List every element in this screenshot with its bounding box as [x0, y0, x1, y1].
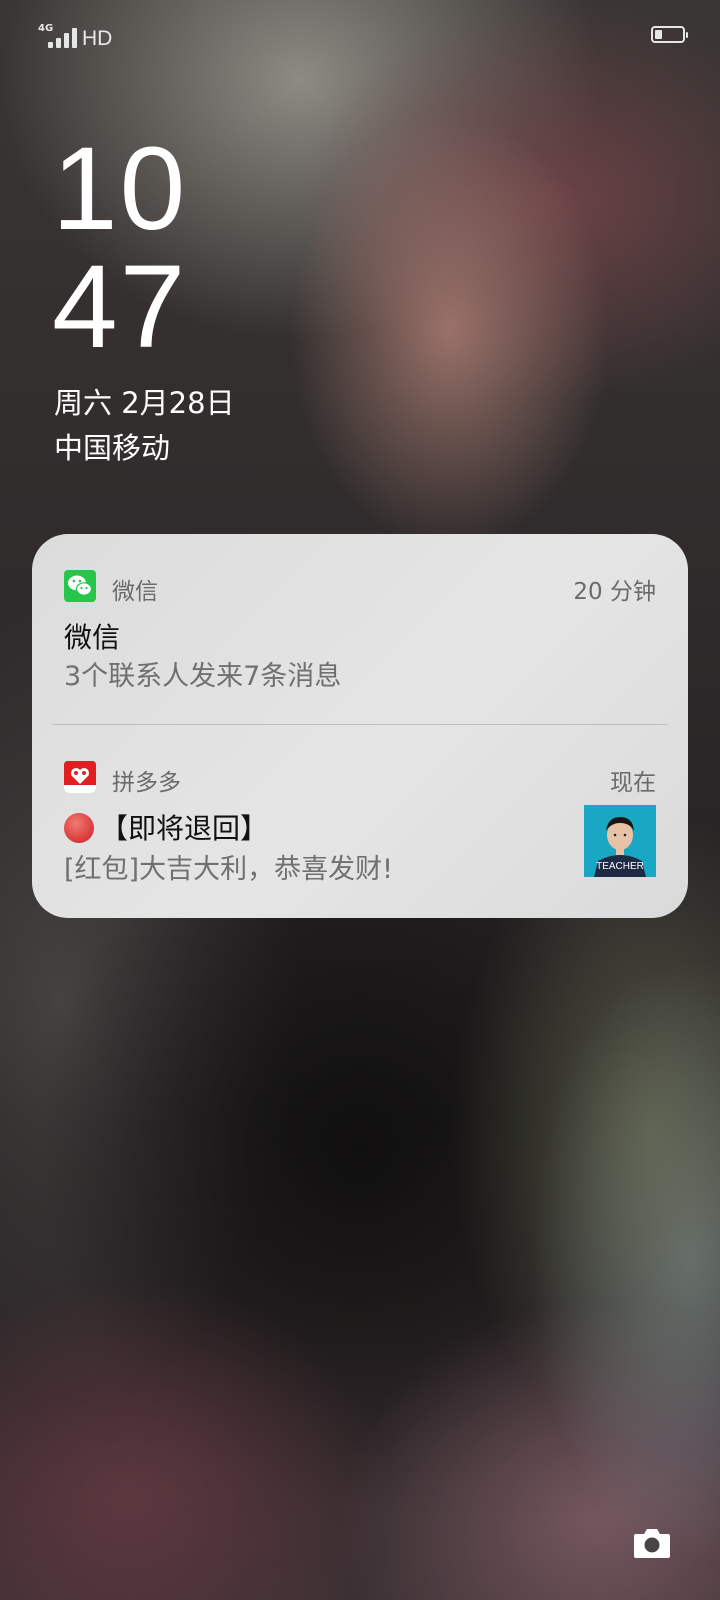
- notification-thumbnail: TEACHER: [584, 805, 656, 877]
- notification-app-name: 微信: [112, 579, 158, 605]
- notification-app-name: 拼多多: [112, 770, 181, 796]
- thumbnail-text: TEACHER: [596, 861, 644, 872]
- notification-title: 【即将退回】: [100, 812, 269, 845]
- pinduoduo-icon: [64, 761, 96, 793]
- camera-icon[interactable]: [632, 1525, 672, 1561]
- clock-hour: 10: [52, 123, 188, 255]
- lockscreen-date: 周六 2月28日: [54, 386, 235, 420]
- notification-card: 微信 20 分钟 微信 3个联系人发来7条消息 拼多多 现在 【即将退回】 [红…: [32, 534, 688, 918]
- hd-label: HD: [82, 27, 113, 50]
- notification-title-row: 【即将退回】: [64, 807, 268, 847]
- notification-pinduoduo[interactable]: 拼多多 现在 【即将退回】 [红包]大吉大利，恭喜发财! TEACHER: [32, 725, 688, 918]
- battery-low-icon: [651, 26, 688, 43]
- lockscreen-clock: 10 47: [52, 130, 187, 366]
- notification-time: 现在: [610, 770, 656, 796]
- notification-title: 微信: [64, 621, 121, 654]
- carrier-name: 中国移动: [54, 431, 171, 465]
- clock-minute: 47: [52, 241, 188, 373]
- status-bar: 4G HD: [0, 20, 720, 50]
- wechat-icon: [64, 570, 96, 602]
- notification-body: 3个联系人发来7条消息: [64, 661, 342, 692]
- red-circle-icon: [64, 813, 94, 843]
- notification-body: [红包]大吉大利，恭喜发财!: [64, 854, 393, 885]
- notification-time: 20 分钟: [573, 579, 656, 605]
- notification-wechat[interactable]: 微信 20 分钟 微信 3个联系人发来7条消息: [32, 534, 688, 724]
